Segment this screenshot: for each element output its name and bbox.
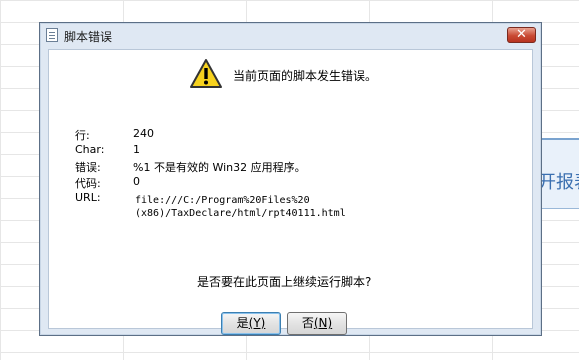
dialog-title: 脚本错误 — [64, 30, 113, 44]
error-message: 当前页面的脚本发生错误。 — [233, 69, 378, 83]
continue-question: 是否要在此页面上继续运行脚本? — [197, 275, 372, 289]
warning-icon — [190, 59, 222, 88]
detail-line: 行: 240 — [75, 127, 154, 143]
detail-code: 代码: 0 — [75, 175, 140, 191]
no-button[interactable]: 否(N) — [287, 312, 347, 335]
script-error-dialog: 脚本错误 ✕ 当前页面的脚本发生错误。 行: 240 Char: 1 错误: %… — [39, 22, 542, 336]
close-button[interactable]: ✕ — [507, 27, 536, 43]
background-panel-text: 开报表 — [538, 172, 579, 193]
yes-button-label: 是 — [236, 316, 249, 330]
detail-line-label: 行: — [75, 129, 90, 142]
detail-error-label: 错误: — [75, 161, 101, 174]
detail-url-label: URL: — [75, 191, 101, 204]
dialog-titlebar[interactable]: 脚本错误 ✕ — [40, 23, 541, 49]
yes-button[interactable]: 是(Y) — [221, 312, 281, 335]
detail-line-value: 240 — [133, 127, 154, 140]
detail-char-label: Char: — [75, 143, 105, 156]
document-icon — [46, 28, 58, 42]
detail-url-value-line2: (x86)/TaxDeclare/html/rpt40111.html — [135, 208, 346, 219]
detail-code-label: 代码: — [75, 177, 101, 190]
detail-char: Char: 1 — [75, 143, 140, 156]
detail-error: 错误: %1 不是有效的 Win32 应用程序。 — [75, 159, 306, 175]
detail-code-value: 0 — [133, 175, 140, 188]
detail-url: URL: file:///C:/Program%20Files%20 (x86)… — [75, 191, 346, 219]
yes-button-accel: (Y) — [248, 316, 266, 330]
detail-char-value: 1 — [133, 143, 140, 156]
dialog-content: 当前页面的脚本发生错误。 行: 240 Char: 1 错误: %1 不是有效的… — [48, 49, 533, 335]
no-button-accel: (N) — [313, 316, 333, 330]
detail-error-value: %1 不是有效的 Win32 应用程序。 — [133, 161, 306, 174]
no-button-label: 否 — [301, 316, 314, 330]
detail-url-value-line1: file:///C:/Program%20Files%20 — [135, 195, 310, 206]
